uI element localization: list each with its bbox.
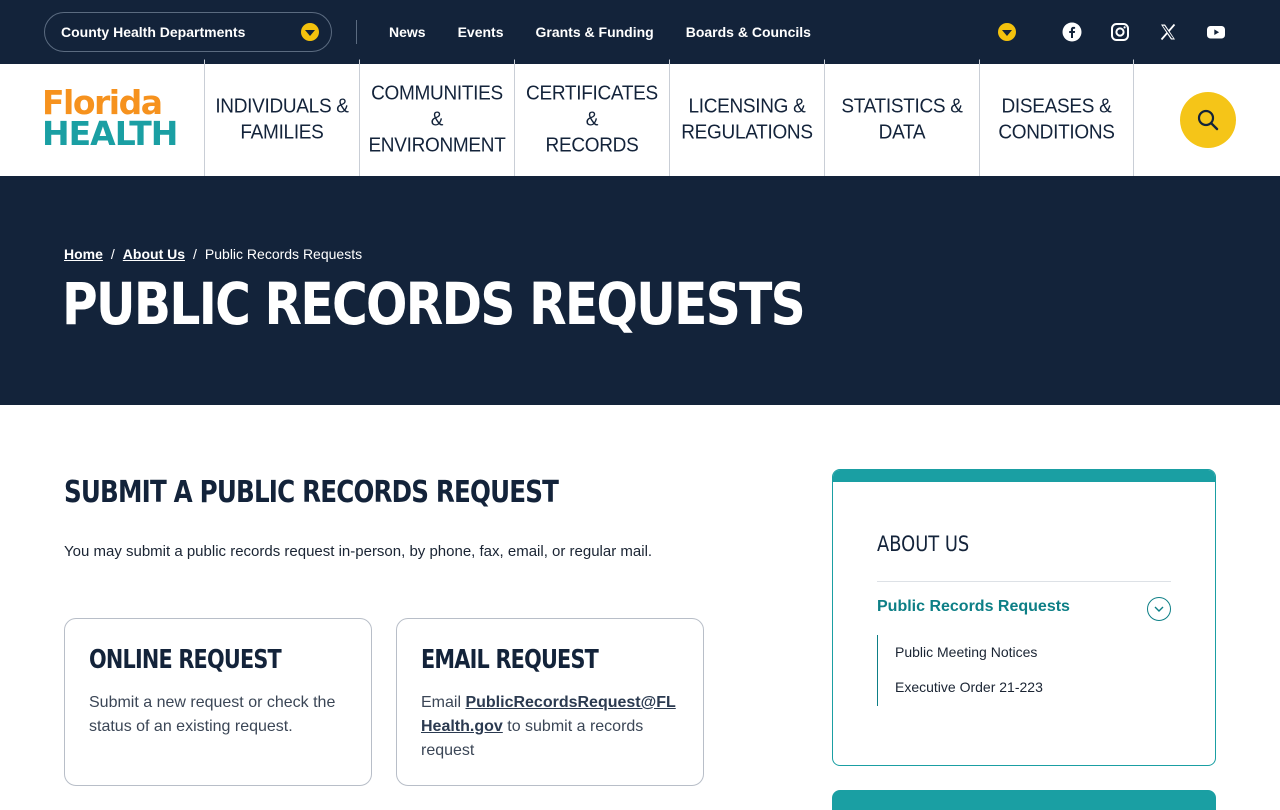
sidebar-item-public-meeting-notices[interactable]: Public Meeting Notices <box>895 635 1043 670</box>
utility-links: News Events Grants & Funding Boards & Co… <box>389 0 811 64</box>
section-heading: SUBMIT A PUBLIC RECORDS REQUEST <box>64 475 559 510</box>
nav-label: STATISTICS & <box>841 95 963 118</box>
chevron-down-icon <box>301 23 319 41</box>
sidebar-expand-toggle[interactable] <box>1147 597 1171 621</box>
nav-statistics-data[interactable]: STATISTICS & DATA <box>824 59 979 181</box>
youtube-icon[interactable] <box>1206 22 1226 42</box>
card-text: Email PublicRecordsRequest@FLHealth.gov … <box>421 691 679 763</box>
nav-label: INDIVIDUALS & <box>215 95 349 118</box>
online-request-card[interactable]: ONLINE REQUEST Submit a new request or c… <box>64 618 372 786</box>
nav-label: RECORDS <box>545 134 639 157</box>
nav-label: CONDITIONS <box>998 121 1115 144</box>
breadcrumb: Home / About Us / Public Records Request… <box>64 246 362 262</box>
sidebar-subnav: Public Meeting Notices Executive Order 2… <box>877 635 1043 706</box>
sidebar-item-public-records[interactable]: Public Records Requests <box>877 598 1070 616</box>
breadcrumb-current: Public Records Requests <box>204 246 363 262</box>
card-title: EMAIL REQUEST <box>421 645 599 675</box>
x-icon[interactable] <box>1158 22 1178 42</box>
search-button[interactable] <box>1180 92 1236 148</box>
breadcrumb-separator: / <box>193 246 197 262</box>
page-title: PUBLIC RECORDS REQUESTS <box>62 270 806 338</box>
card-title: ONLINE REQUEST <box>89 645 282 675</box>
events-link[interactable]: Events <box>458 24 504 40</box>
instagram-icon[interactable] <box>1110 22 1130 42</box>
sidebar-about-us: ABOUT US Public Records Requests Public … <box>832 469 1216 766</box>
nav-label: FAMILIES <box>240 121 324 144</box>
nav-label: & <box>585 108 599 131</box>
grants-funding-link[interactable]: Grants & Funding <box>536 24 654 40</box>
logo-health: HEALTH <box>42 114 178 153</box>
nav-certificates-records[interactable]: CERTIFICATES & RECORDS <box>514 59 669 181</box>
language-dropdown-icon[interactable] <box>998 23 1016 41</box>
county-health-departments-dropdown[interactable]: County Health Departments <box>44 12 332 52</box>
county-dropdown-label: County Health Departments <box>61 24 246 40</box>
email-prefix: Email <box>421 694 466 711</box>
news-link[interactable]: News <box>389 24 426 40</box>
nav-individuals-families[interactable]: INDIVIDUALS & FAMILIES <box>204 59 359 181</box>
nav-label: DISEASES & <box>1001 95 1112 118</box>
nav-label: ENVIRONMENT <box>368 134 506 157</box>
sidebar-item-executive-order[interactable]: Executive Order 21-223 <box>895 670 1043 705</box>
sidebar-title: ABOUT US <box>877 532 970 556</box>
facebook-icon[interactable] <box>1062 22 1082 42</box>
breadcrumb-separator: / <box>110 246 115 262</box>
divider <box>356 20 357 44</box>
florida-health-logo[interactable]: Florida HEALTH <box>42 86 178 156</box>
card-text: Submit a new request or check the status… <box>89 694 336 735</box>
nav-label: DATA <box>878 121 926 144</box>
primary-nav: INDIVIDUALS & FAMILIES COMMUNITIES & ENVIRO… <box>204 59 1134 181</box>
boards-councils-link[interactable]: Boards & Councils <box>686 24 811 40</box>
divider <box>877 581 1171 582</box>
search-icon <box>1197 109 1219 131</box>
nav-label: CERTIFICATES <box>526 82 658 105</box>
nav-licensing-regulations[interactable]: LICENSING & REGULATIONS <box>669 59 824 181</box>
nav-communities-environment[interactable]: COMMUNITIES & ENVIRONMENT <box>359 59 514 181</box>
breadcrumb-about-us[interactable]: About Us <box>123 246 185 262</box>
breadcrumb-home[interactable]: Home <box>64 246 103 262</box>
nav-label: REGULATIONS <box>681 121 813 144</box>
nav-diseases-conditions[interactable]: DISEASES & CONDITIONS <box>979 59 1134 181</box>
nav-label: LICENSING & <box>688 95 806 118</box>
sidebar-accent-bar <box>833 470 1215 482</box>
chevron-down-icon <box>1154 606 1164 612</box>
nav-label: COMMUNITIES <box>371 82 503 105</box>
nav-label: & <box>430 108 444 131</box>
intro-text: You may submit a public records request … <box>64 543 653 560</box>
sidebar-card-next <box>832 790 1216 810</box>
email-request-card: EMAIL REQUEST Email PublicRecordsRequest… <box>396 618 704 786</box>
